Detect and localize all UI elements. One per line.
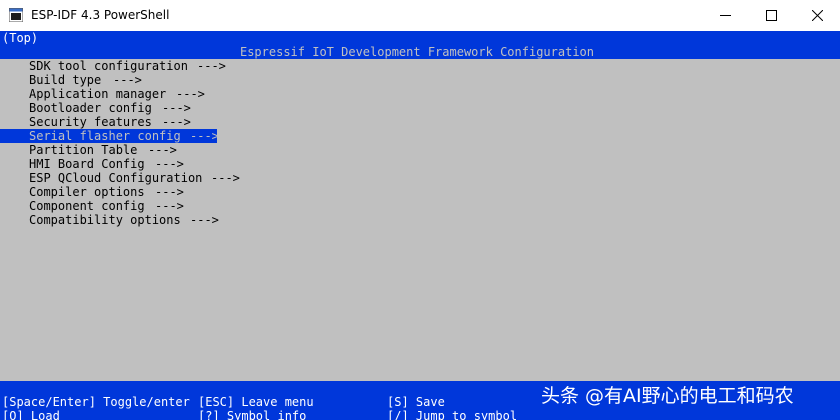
hint-symbol-info: [?] Symbol info: [198, 409, 307, 420]
minimize-button[interactable]: [702, 0, 748, 31]
menu-item-partition-table[interactable]: Partition Table --->: [0, 143, 177, 157]
menu-item-hmi-board-config[interactable]: HMI Board Config --->: [0, 157, 184, 171]
powershell-window: ESP-IDF 4.3 PowerShell (Top) Espressif I…: [0, 0, 840, 420]
maximize-icon: [765, 10, 777, 21]
menu-item-label: Component config: [29, 199, 145, 213]
hint-toggle-enter: [Space/Enter] Toggle/enter: [2, 395, 190, 409]
submenu-arrow: --->: [162, 101, 191, 115]
submenu-arrow: --->: [155, 157, 184, 171]
menu-item-compatibility-options[interactable]: Compatibility options --->: [0, 213, 219, 227]
submenu-arrow: --->: [155, 185, 184, 199]
maximize-button[interactable]: [748, 0, 794, 31]
submenu-arrow: --->: [155, 199, 184, 213]
menu-breadcrumb-bar: (Top): [0, 31, 840, 45]
menu-item-label: SDK tool configuration: [29, 59, 188, 73]
submenu-arrow: --->: [211, 171, 240, 185]
window-title: ESP-IDF 4.3 PowerShell: [31, 8, 170, 22]
menu-item-label: Compatibility options: [29, 213, 181, 227]
menu-item-label: Security features: [29, 115, 152, 129]
submenu-arrow: --->: [162, 115, 191, 129]
menu-item-sdk-tool-configuration[interactable]: SDK tool configuration --->: [0, 59, 226, 73]
submenu-arrow: --->: [197, 59, 226, 73]
menu-item-serial-flasher-config[interactable]: Serial flasher config --->: [0, 129, 219, 143]
menu-item-build-type[interactable]: Build type --->: [0, 73, 142, 87]
close-button[interactable]: [794, 0, 840, 31]
hint-load: [O] Load: [2, 409, 60, 420]
watermark-text: 头条 @有AI野心的电工和码农: [541, 385, 794, 407]
menu-item-label: Application manager: [29, 87, 167, 101]
menu-item-bootloader-config[interactable]: Bootloader config --->: [0, 101, 191, 115]
menu-list: SDK tool configuration ---> Build type -…: [0, 59, 840, 381]
submenu-arrow: --->: [190, 129, 219, 143]
submenu-arrow: --->: [190, 213, 219, 227]
title-bar[interactable]: ESP-IDF 4.3 PowerShell: [0, 0, 840, 31]
menu-item-application-manager[interactable]: Application manager --->: [0, 87, 205, 101]
menu-item-label: Bootloader config: [29, 101, 152, 115]
menu-item-security-features[interactable]: Security features --->: [0, 115, 191, 129]
hint-leave-menu: [ESC] Leave menu: [198, 395, 314, 409]
menu-item-label: ESP QCloud Configuration: [29, 171, 203, 185]
menu-item-label: Serial flasher config: [29, 129, 181, 143]
menu-item-esp-qcloud-configuration[interactable]: ESP QCloud Configuration --->: [0, 171, 240, 185]
menu-header-title: Espressif IoT Development Framework Conf…: [239, 45, 594, 59]
menu-breadcrumb: (Top): [2, 31, 39, 45]
submenu-arrow: --->: [113, 73, 142, 87]
hint-save: [S] Save: [387, 395, 445, 409]
hint-jump-to-symbol: [/] Jump to symbol: [387, 409, 518, 420]
menu-item-compiler-options[interactable]: Compiler options --->: [0, 185, 184, 199]
menu-item-label: Build type: [29, 73, 102, 87]
menu-item-component-config[interactable]: Component config --->: [0, 199, 184, 213]
submenu-arrow: --->: [148, 143, 177, 157]
menu-item-label: HMI Board Config: [29, 157, 145, 171]
menu-item-label: Partition Table: [29, 143, 138, 157]
close-icon: [811, 10, 823, 21]
menu-item-label: Compiler options: [29, 185, 145, 199]
submenu-arrow: --->: [176, 87, 205, 101]
menu-header-bar: Espressif IoT Development Framework Conf…: [0, 45, 840, 59]
powershell-icon: [9, 8, 23, 22]
minimize-icon: [719, 15, 731, 16]
